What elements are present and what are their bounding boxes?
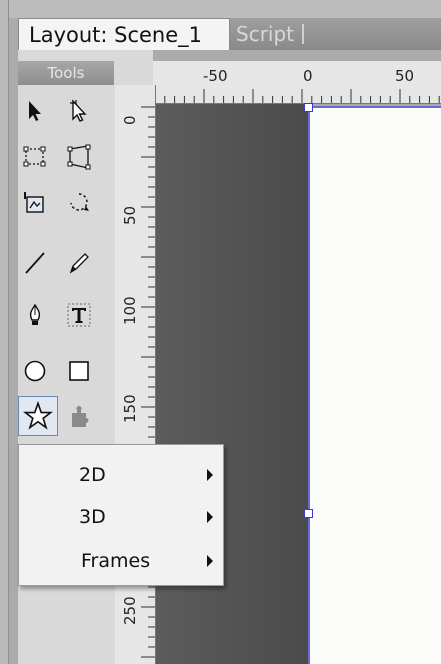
ellipse-tool-button[interactable] <box>20 356 50 386</box>
ruler-left-label: 250 <box>121 596 139 625</box>
rectangle-icon <box>69 361 89 381</box>
tab-script[interactable]: Script <box>230 18 441 50</box>
ellipse-icon <box>24 360 46 382</box>
ruler-left-label: 0 <box>121 115 139 125</box>
app-window: Layout: Scene_1 Script Tools -50 0 50 0 … <box>0 0 441 664</box>
component-icon <box>72 406 89 427</box>
pen-tool-button[interactable] <box>20 300 50 330</box>
submenu-arrow-icon <box>207 469 213 481</box>
crop-icon <box>24 192 44 213</box>
rotate-icon <box>70 193 89 211</box>
ruler-top-label: 50 <box>395 67 415 85</box>
submenu-arrow-icon <box>207 511 213 523</box>
ruler-left-label: 50 <box>121 205 139 225</box>
tab-layout[interactable]: Layout: Scene_1 <box>18 18 230 50</box>
menu-item-label: Frames <box>81 550 151 572</box>
ruler-left-label: 150 <box>121 394 139 423</box>
submenu-arrow-icon <box>207 555 213 567</box>
tab-layout-label: Layout: Scene_1 <box>29 22 203 47</box>
star-tool-button[interactable] <box>18 396 58 436</box>
line-icon <box>25 252 45 274</box>
window-left-edge <box>0 0 9 664</box>
pencil-icon <box>69 253 89 274</box>
subselection-arrow-icon <box>70 99 87 122</box>
menu-item-label: 2D <box>79 464 106 486</box>
ruler-horizontal[interactable]: -50 0 50 <box>153 61 441 104</box>
stage-area[interactable] <box>308 106 441 664</box>
menu-item-frames[interactable]: Frames <box>19 543 223 579</box>
stage-resize-handle[interactable] <box>304 103 313 112</box>
line-tool-button[interactable] <box>20 248 50 278</box>
pen-icon <box>29 303 41 325</box>
ruler-left-label: 100 <box>121 296 139 325</box>
transform-tool-button[interactable] <box>20 142 50 172</box>
distort-icon <box>67 144 91 170</box>
transform-icon <box>23 146 46 167</box>
ruler-top-label: 0 <box>303 67 313 85</box>
menu-item-2d[interactable]: 2D <box>19 457 223 493</box>
component-tool-button[interactable] <box>64 402 94 432</box>
text-icon <box>67 303 91 327</box>
rectangle-tool-button[interactable] <box>64 356 94 386</box>
selection-arrow-icon <box>29 101 41 121</box>
rotate-tool-button[interactable] <box>64 188 94 218</box>
distort-tool-button[interactable] <box>64 142 94 172</box>
text-tool-button[interactable] <box>64 300 94 330</box>
stage-resize-handle[interactable] <box>304 509 313 518</box>
subselection-tool-button[interactable] <box>64 96 94 126</box>
window-top-bar <box>0 0 441 18</box>
pencil-tool-button[interactable] <box>64 248 94 278</box>
tools-header: Tools <box>18 61 114 85</box>
tab-script-label: Script <box>236 22 295 46</box>
ruler-top-label: -50 <box>203 67 228 85</box>
menu-item-3d[interactable]: 3D <box>19 499 223 535</box>
tool-context-menu: 2D 3D Frames <box>18 444 224 586</box>
star-icon <box>23 401 53 430</box>
tools-header-label: Tools <box>47 64 85 82</box>
selection-tool-button[interactable] <box>20 96 50 126</box>
crop-tool-button[interactable] <box>20 188 50 218</box>
tab-separator <box>302 24 305 44</box>
menu-item-label: 3D <box>79 506 106 528</box>
